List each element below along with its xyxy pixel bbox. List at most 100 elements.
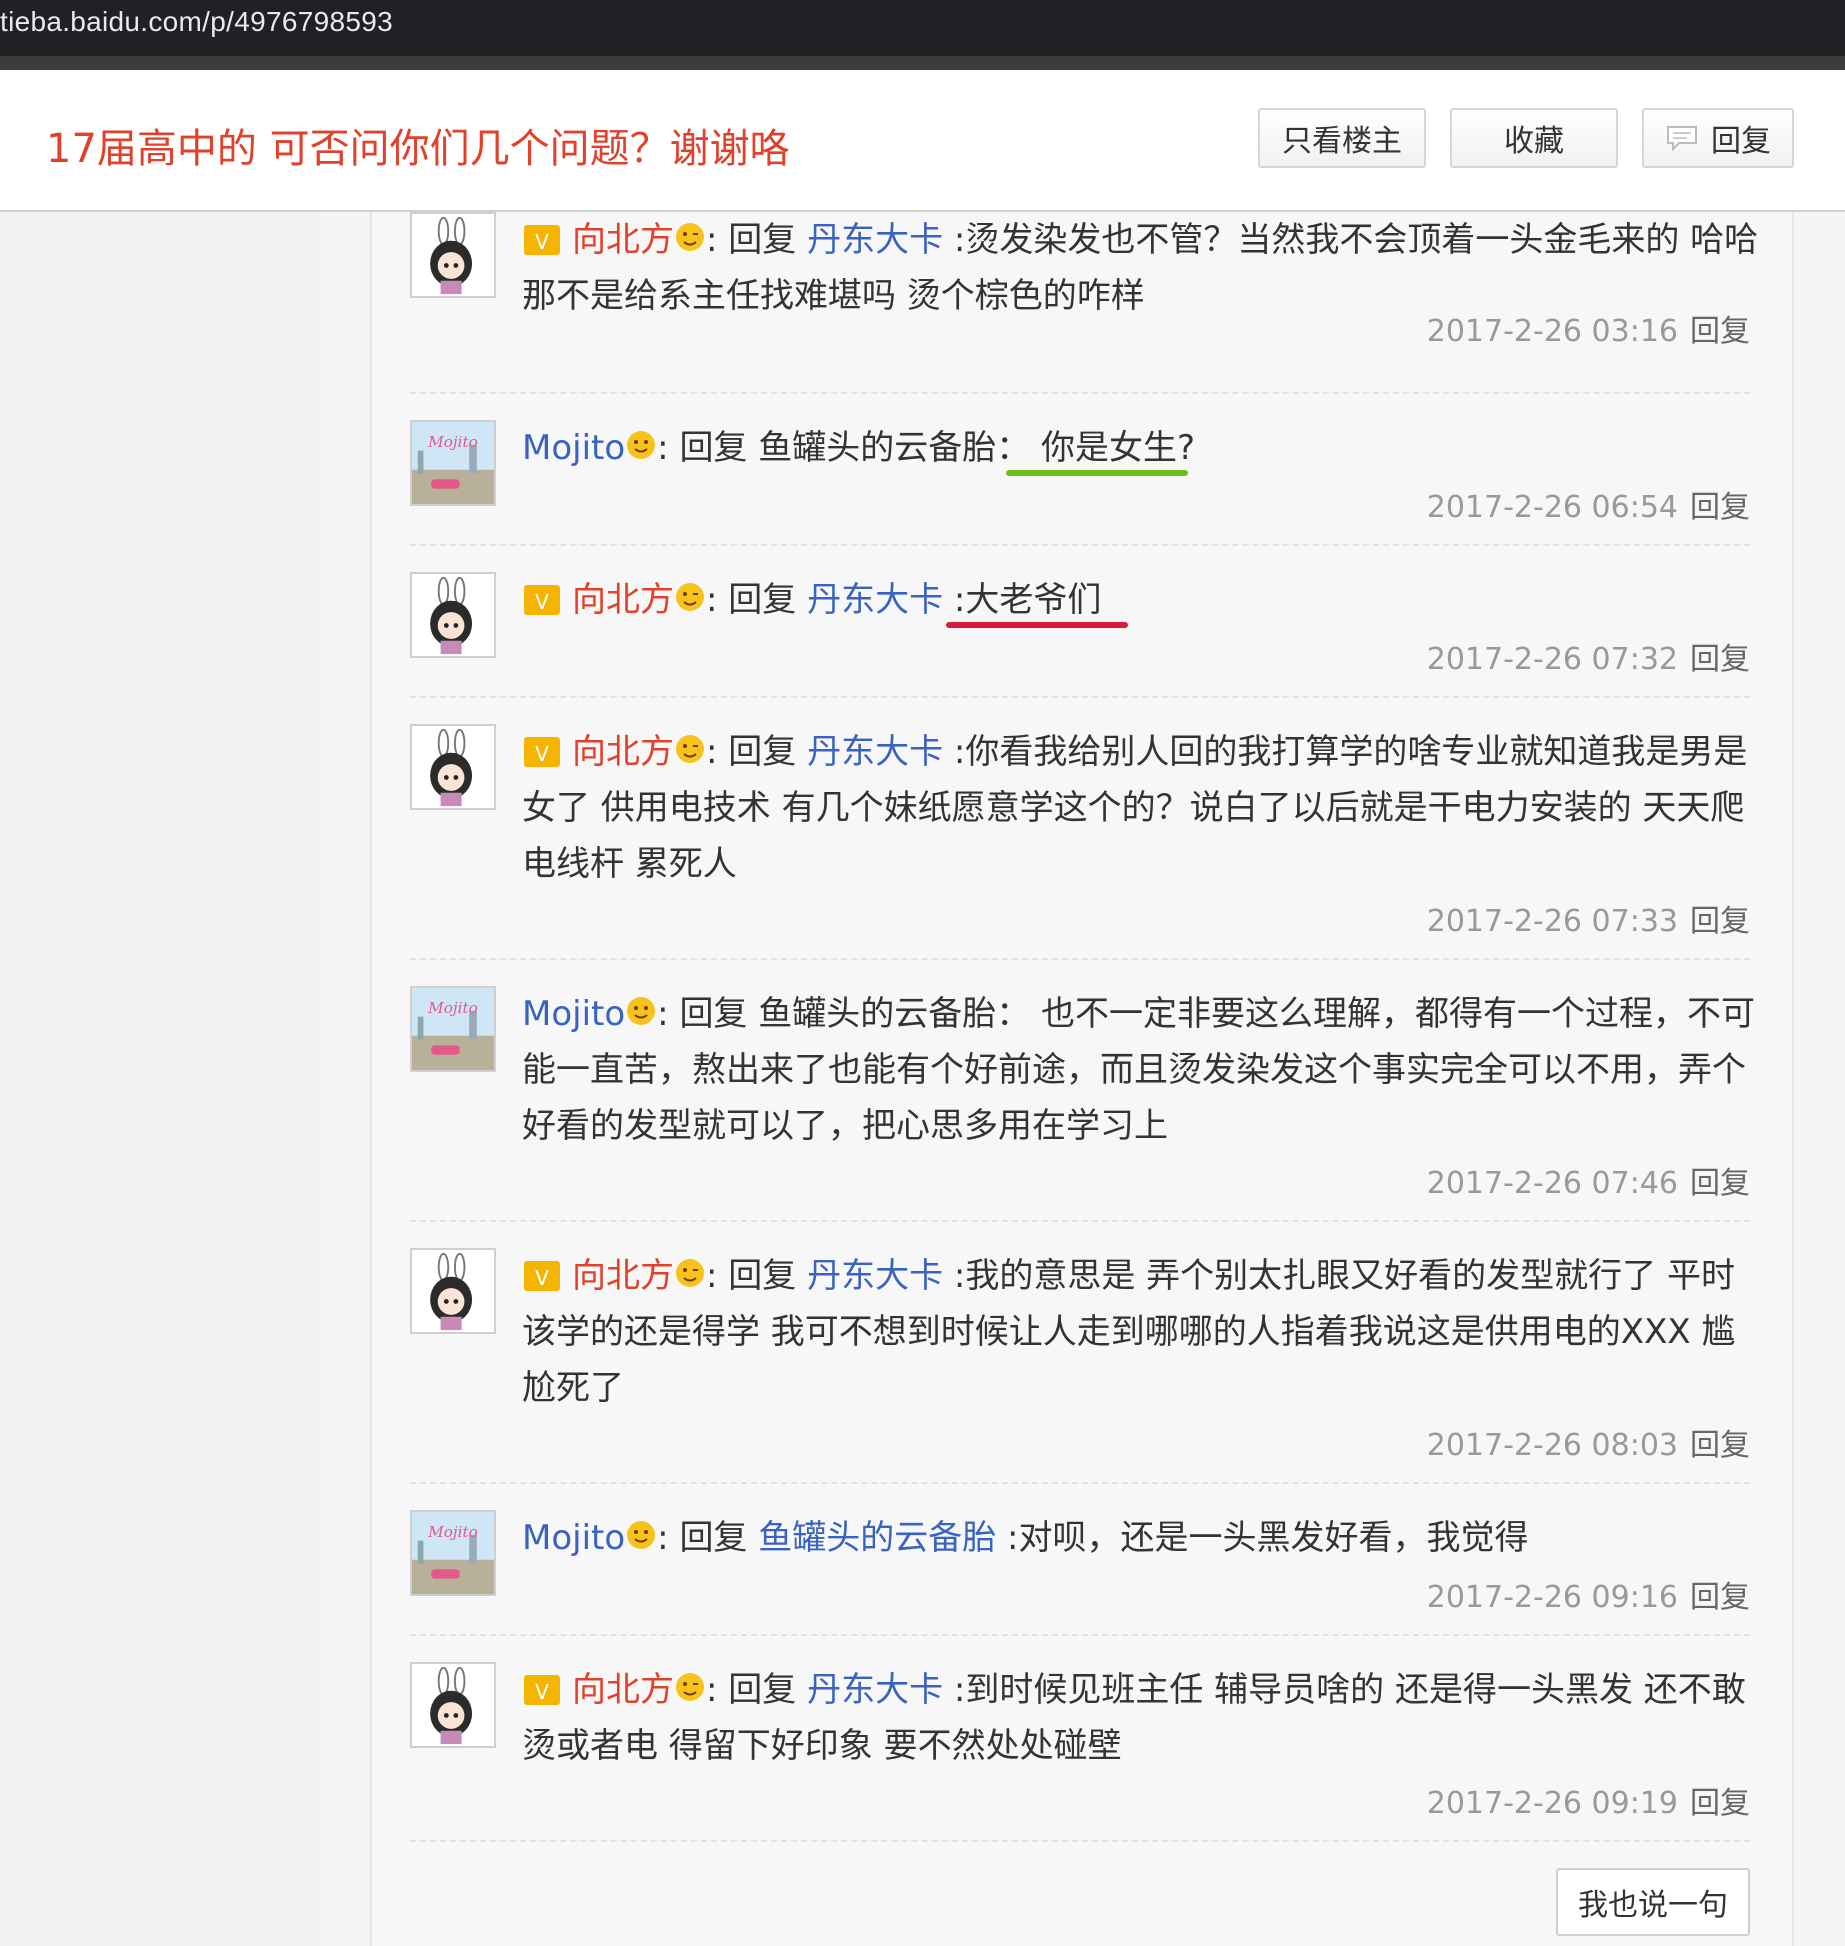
avatar-girl-icon (412, 726, 494, 808)
username[interactable]: 向北方 (572, 1256, 674, 1296)
avatar-girl-icon (412, 1664, 494, 1746)
reply-target[interactable]: 丹东大卡 (807, 220, 943, 260)
url-text[interactable]: tieba.baidu.com/p/4976798593 (0, 4, 393, 40)
smile-emoji-icon (627, 431, 656, 459)
svg-text:V: V (535, 1266, 549, 1290)
only-op-label: 只看楼主 (1282, 124, 1402, 159)
reply-meta: 2017-2-26 09:19 回复 (1427, 1778, 1750, 1822)
reply-link[interactable]: 回复 (1690, 1580, 1750, 1615)
post-reply-button[interactable]: 我也说一句 (1556, 1868, 1750, 1936)
reply-time: 2017-2-26 03:16 (1426, 314, 1678, 349)
reply-word: 回复 (728, 1256, 797, 1296)
vip-crown-icon: V (524, 225, 560, 255)
smile-emoji-icon (627, 997, 656, 1025)
username[interactable]: 向北方 (572, 220, 674, 260)
reply-time: 2017-2-26 06:54 (1426, 490, 1678, 525)
avatar-girl-icon (412, 574, 494, 656)
reply-word: 回复 (728, 1670, 797, 1710)
green-underline-annotation (1006, 470, 1188, 476)
reply-target[interactable]: 鱼罐头的云备胎 (758, 428, 996, 468)
comment-icon (1665, 124, 1699, 152)
toolbar-strip (0, 56, 1845, 70)
reply-target[interactable]: 丹东大卡 (807, 732, 943, 772)
svg-text:Mojito: Mojito (427, 1523, 478, 1541)
avatar[interactable]: Mojito (410, 1510, 496, 1596)
reply-time: 2017-2-26 07:32 (1426, 642, 1678, 677)
reply-meta: 2017-2-26 08:03 回复 (1427, 1420, 1750, 1464)
avatar[interactable] (410, 572, 496, 658)
thread-title: 17届高中的 可否问你们几个问题？谢谢咯 (46, 126, 790, 172)
reply-meta: 2017-2-26 03:16 回复 (1427, 306, 1750, 350)
reply-body: V 向北方: 回复 丹东大卡 :大老爷们 (522, 572, 1762, 628)
reply-word: 回复 (679, 1518, 748, 1558)
reply-body: Mojito: 回复 鱼罐头的云备胎： 也不一定非要这么理解，都得有一个过程，不… (522, 994, 1756, 1146)
username[interactable]: Mojito (522, 1518, 625, 1558)
reply-button[interactable]: 回复 (1642, 108, 1794, 168)
reply-body: Mojito: 回复 鱼罐头的云备胎： 你是女生? (522, 428, 1196, 468)
reply-text: :大老爷们 (943, 580, 1102, 620)
avatar[interactable]: Mojito (410, 420, 496, 506)
username[interactable]: 向北方 (572, 732, 674, 772)
reply-meta: 2017-2-26 07:32 回复 (1427, 634, 1750, 678)
reply-target[interactable]: 丹东大卡 (807, 1256, 943, 1296)
reply-link[interactable]: 回复 (1690, 1786, 1750, 1821)
reply-link[interactable]: 回复 (1690, 314, 1750, 349)
post-reply-label: 我也说一句 (1578, 1888, 1728, 1923)
vip-crown-icon: V (524, 737, 560, 767)
browser-url-bar[interactable]: tieba.baidu.com/p/4976798593 (0, 0, 1845, 70)
vip-crown-icon: V (524, 1261, 560, 1291)
reply-label: 回复 (1711, 124, 1771, 159)
only-op-button[interactable]: 只看楼主 (1258, 108, 1426, 168)
avatar[interactable] (410, 1662, 496, 1748)
reply-link[interactable]: 回复 (1690, 1166, 1750, 1201)
avatar[interactable] (410, 212, 496, 298)
username[interactable]: 向北方 (572, 1670, 674, 1710)
svg-text:Mojito: Mojito (427, 999, 478, 1017)
reply-time: 2017-2-26 09:19 (1426, 1786, 1678, 1821)
reply-link[interactable]: 回复 (1690, 642, 1750, 677)
avatar[interactable]: Mojito (410, 986, 496, 1072)
reply-divider (410, 696, 1750, 698)
reply-divider (410, 1220, 1750, 1222)
reply-target[interactable]: 鱼罐头的云备胎 (758, 1518, 996, 1558)
reply-target[interactable]: 丹东大卡 (807, 580, 943, 620)
username[interactable]: Mojito (522, 428, 625, 468)
reply-text: :对呗，还是一头黑发好看，我觉得 (996, 1518, 1529, 1558)
avatar[interactable] (410, 724, 496, 810)
reply-link[interactable]: 回复 (1690, 1428, 1750, 1463)
reply-text: ： 你是女生? (996, 428, 1196, 468)
avatar-beach-icon: Mojito (412, 422, 494, 504)
reply-word: 回复 (679, 994, 748, 1034)
reply-divider (410, 544, 1750, 546)
favorite-button[interactable]: 收藏 (1450, 108, 1618, 168)
username[interactable]: Mojito (522, 994, 625, 1034)
username[interactable]: 向北方 (572, 580, 674, 620)
wink-emoji-icon (676, 583, 704, 611)
vip-crown-icon: V (524, 1675, 560, 1705)
reply-target[interactable]: 丹东大卡 (807, 1670, 943, 1710)
reply-divider (410, 392, 1750, 394)
reply-meta: 2017-2-26 09:16 回复 (1427, 1572, 1750, 1616)
reply-link[interactable]: 回复 (1690, 490, 1750, 525)
svg-text:V: V (535, 1680, 549, 1704)
reply-divider (410, 1840, 1750, 1842)
svg-text:V: V (535, 590, 549, 614)
vip-crown-icon: V (524, 585, 560, 615)
reply-word: 回复 (728, 580, 797, 620)
red-underline-annotation (946, 622, 1128, 628)
wink-emoji-icon (676, 223, 704, 251)
avatar[interactable] (410, 1248, 496, 1334)
reply-time: 2017-2-26 07:46 (1426, 1166, 1678, 1201)
smile-emoji-icon (627, 1521, 656, 1549)
reply-word: 回复 (728, 220, 797, 260)
reply-time: 2017-2-26 09:16 (1426, 1580, 1678, 1615)
reply-link[interactable]: 回复 (1690, 904, 1750, 939)
reply-body: Mojito: 回复 鱼罐头的云备胎 :对呗，还是一头黑发好看，我觉得 (522, 1518, 1529, 1558)
reply-meta: 2017-2-26 07:33 回复 (1427, 896, 1750, 940)
wink-emoji-icon (676, 1673, 704, 1701)
svg-text:V: V (535, 742, 549, 766)
reply-target[interactable]: 鱼罐头的云备胎 (758, 994, 996, 1034)
reply-body: V 向北方: 回复 丹东大卡 :我的意思是 弄个别太扎眼又好看的发型就行了 平时该… (522, 1256, 1736, 1408)
reply-time: 2017-2-26 07:33 (1426, 904, 1678, 939)
reply-word: 回复 (679, 428, 748, 468)
